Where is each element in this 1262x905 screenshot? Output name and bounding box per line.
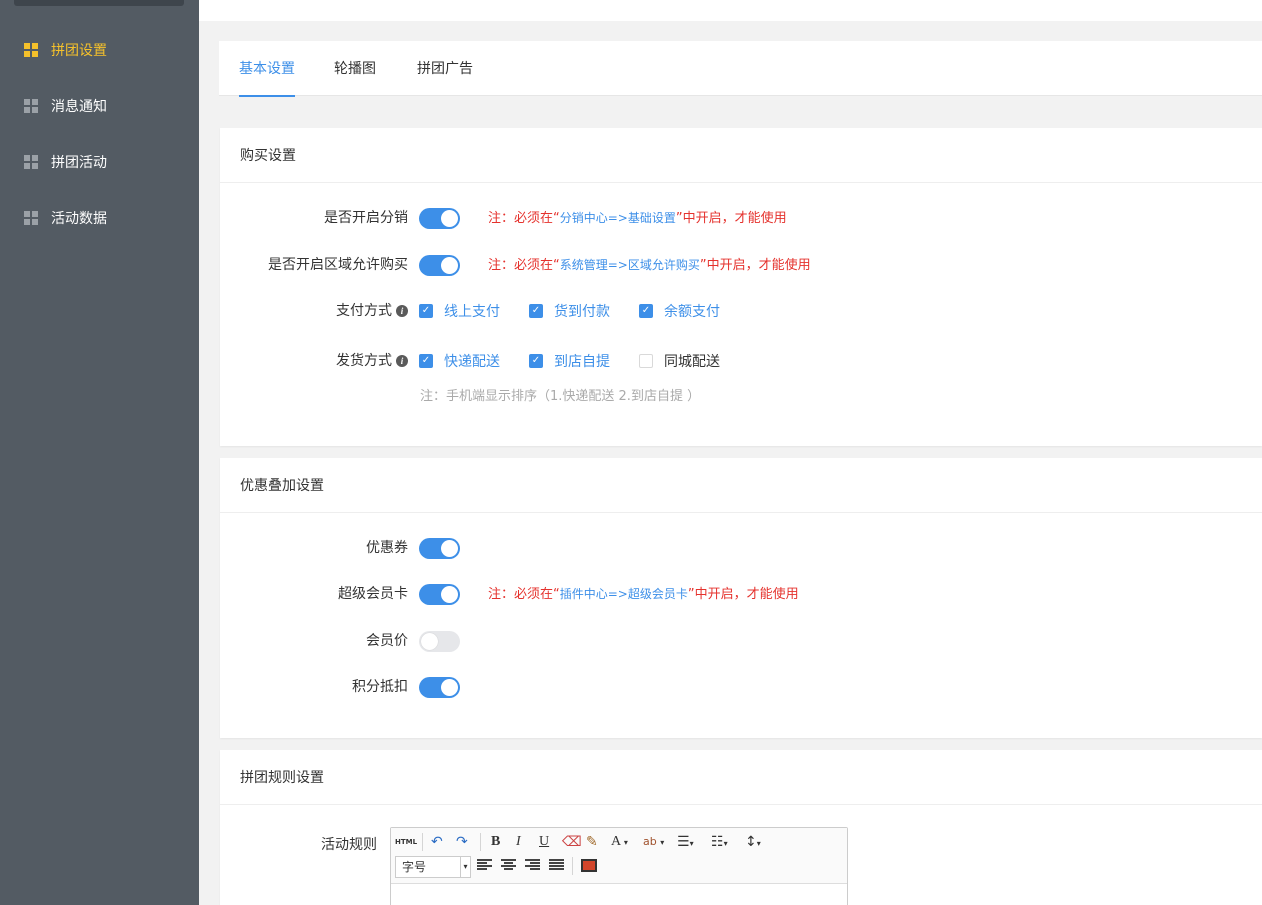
distribution-note: 注：必须在“分销中心=>基础设置”中开启，才能使用 [488,211,787,226]
align-center-icon[interactable] [501,859,516,872]
format-painter-icon[interactable]: ✎ [586,832,598,852]
eraser-icon[interactable]: ⌫ [562,832,582,852]
sidebar-item-label: 活动数据 [51,211,107,227]
delivery-order-note: 注：手机端显示排序（1.快递配送 2.到店自提 ） [420,389,701,404]
checkbox-store-pickup[interactable]: ✓ 到店自提 [529,346,610,376]
sidebar: 拼团设置 消息通知 拼团活动 活动数据 [0,0,199,905]
tab-basic-settings[interactable]: 基本设置 [239,41,295,97]
sidebar-item-label: 拼团设置 [51,43,107,59]
grid-icon [24,99,38,113]
check-icon: ✓ [419,354,433,368]
grid-icon [24,155,38,169]
sidebar-item-notifications[interactable]: 消息通知 [0,78,199,134]
bold-button[interactable]: B [491,832,500,852]
card-title: 优惠叠加设置 [220,458,1262,513]
region-purchase-note: 注：必须在“系统管理=>区域允许购买”中开启，才能使用 [488,258,811,273]
tab-carousel[interactable]: 轮播图 [334,41,376,96]
tab-bar: 基本设置 轮播图 拼团广告 [219,41,1262,97]
line-height-icon[interactable]: ↕▾ [745,832,761,852]
coupon-toggle[interactable] [419,538,460,559]
discount-settings-card: 优惠叠加设置 优惠券 超级会员卡 注：必须在“插件中心=>超级会员卡”中开启，才… [220,458,1262,738]
member-price-toggle[interactable] [419,631,460,652]
card-title: 购买设置 [220,128,1262,183]
group-rules-card: 拼团规则设置 活动规则 HTML ↶ ↷ B I U ⌫ ✎ A ▾ ab ▾ [220,750,1262,905]
activity-rules-row: 活动规则 HTML ↶ ↷ B I U ⌫ ✎ A ▾ ab ▾ ☰▾ ☷▾ ↕… [220,806,1262,905]
info-icon[interactable]: i [396,305,408,317]
member-price-row: 会员价 [220,626,1262,656]
card-title: 拼团规则设置 [220,750,1262,805]
main-content: 基本设置 轮播图 拼团广告 购买设置 是否开启分销 注：必须在“分销中心=>基础… [199,0,1262,905]
italic-button[interactable]: I [516,832,521,852]
chevron-down-icon: ▾ [460,857,470,877]
editor-content-area[interactable] [391,884,847,905]
check-icon: ✓ [639,304,653,318]
ordered-list-icon[interactable]: ☰▾ [677,832,694,852]
field-label: 支付方式 i [336,296,408,326]
field-label: 积分抵扣 [352,679,408,695]
purchase-settings-card: 购买设置 是否开启分销 注：必须在“分销中心=>基础设置”中开启，才能使用 是否… [220,128,1262,446]
delivery-method-row: 发货方式 i ✓ 快递配送 ✓ 到店自提 同城配送 [220,346,1262,376]
unordered-list-icon[interactable]: ☷▾ [711,832,728,852]
font-size-select[interactable]: 字号 ▾ [395,856,471,878]
points-deduction-toggle[interactable] [419,677,460,698]
sidebar-top-bar [14,0,184,6]
highlight-icon[interactable]: ab ▾ [643,832,664,852]
editor-toolbar: HTML ↶ ↷ B I U ⌫ ✎ A ▾ ab ▾ ☰▾ ☷▾ ↕▾ 字号 ▾ [391,828,847,884]
note-link: 插件中心=>超级会员卡 [559,587,688,601]
coupon-row: 优惠券 [220,533,1262,563]
html-source-button[interactable]: HTML [395,832,417,852]
note-link: 分销中心=>基础设置 [559,211,676,225]
checkbox-balance-payment[interactable]: ✓ 余额支付 [639,296,720,326]
align-right-icon[interactable] [525,859,540,872]
vip-card-note: 注：必须在“插件中心=>超级会员卡”中开启，才能使用 [488,587,799,602]
sidebar-item-group-activities[interactable]: 拼团活动 [0,134,199,190]
undo-icon[interactable]: ↶ [431,832,443,852]
redo-icon[interactable]: ↷ [456,832,468,852]
sidebar-item-label: 消息通知 [51,99,107,115]
field-label: 超级会员卡 [338,586,408,602]
field-label: 是否开启分销 [324,210,408,226]
underline-button[interactable]: U [539,832,549,852]
region-purchase-toggle[interactable] [419,255,460,276]
check-icon: ✓ [529,354,543,368]
align-left-icon[interactable] [477,859,492,872]
sidebar-item-activity-data[interactable]: 活动数据 [0,190,199,246]
check-icon: ✓ [419,304,433,318]
sidebar-item-group-settings[interactable]: 拼团设置 [0,22,199,78]
rich-text-editor: HTML ↶ ↷ B I U ⌫ ✎ A ▾ ab ▾ ☰▾ ☷▾ ↕▾ 字号 ▾ [390,827,848,905]
info-icon[interactable]: i [396,355,408,367]
align-justify-icon[interactable] [549,859,564,872]
check-icon: ✓ [529,304,543,318]
checkbox-online-payment[interactable]: ✓ 线上支付 [419,296,500,326]
tab-group-ads[interactable]: 拼团广告 [417,41,473,96]
points-deduction-row: 积分抵扣 [220,672,1262,702]
vip-card-toggle[interactable] [419,584,460,605]
field-label: 是否开启区域允许购买 [268,257,408,273]
sidebar-item-label: 拼团活动 [51,155,107,171]
font-color-button[interactable]: A ▾ [611,832,628,852]
top-header [199,0,1262,21]
payment-method-row: 支付方式 i ✓ 线上支付 ✓ 货到付款 ✓ 余额支付 [220,296,1262,326]
field-label: 会员价 [366,633,408,649]
grid-icon [24,211,38,225]
checkbox-express-delivery[interactable]: ✓ 快递配送 [419,346,500,376]
field-label: 优惠券 [366,540,408,556]
checkbox-cash-on-delivery[interactable]: ✓ 货到付款 [529,296,610,326]
vip-card-row: 超级会员卡 注：必须在“插件中心=>超级会员卡”中开启，才能使用 [220,579,1262,609]
insert-image-icon[interactable] [581,859,597,872]
distribution-row: 是否开启分销 注：必须在“分销中心=>基础设置”中开启，才能使用 [220,203,1262,233]
field-label: 活动规则 [321,837,377,853]
grid-icon [24,43,38,57]
note-link: 系统管理=>区域允许购买 [559,258,700,272]
region-purchase-row: 是否开启区域允许购买 注：必须在“系统管理=>区域允许购买”中开启，才能使用 [220,250,1262,280]
distribution-toggle[interactable] [419,208,460,229]
checkbox-same-city-delivery[interactable]: 同城配送 [639,346,720,376]
field-label: 发货方式 i [336,346,408,376]
